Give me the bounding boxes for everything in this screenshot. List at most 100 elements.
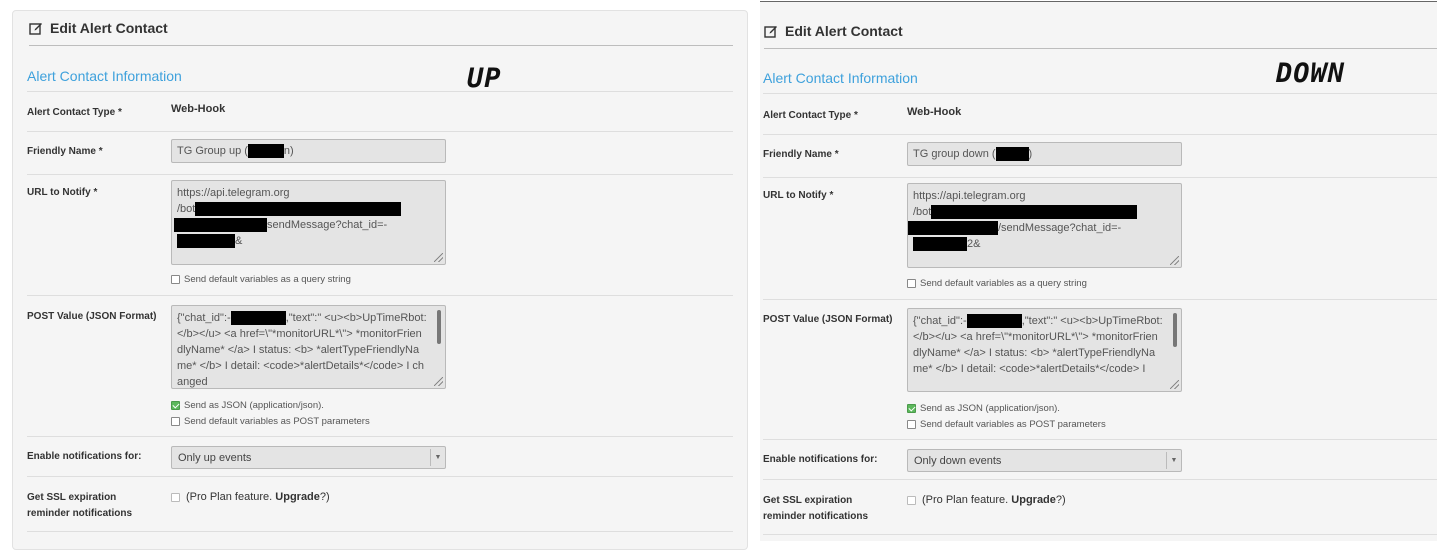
notifications-select-value: Only down events bbox=[914, 455, 1002, 467]
query-string-label: Send default variables as a query string bbox=[184, 274, 351, 285]
url-suffix: & bbox=[235, 235, 243, 247]
url-to-notify-textarea[interactable]: https://api.telegram.org /bot sendMessag… bbox=[171, 180, 446, 265]
resize-handle[interactable] bbox=[1170, 256, 1179, 265]
divider bbox=[27, 531, 733, 532]
post-value-textarea[interactable]: {"chat_id":- ,"text":" <u><b>UpTimeRbot:<… bbox=[907, 308, 1182, 392]
ssl-text-suffix: ?) bbox=[1055, 494, 1066, 506]
url-line: /bot bbox=[913, 204, 1176, 220]
friendly-name-label: Friendly Name * bbox=[27, 146, 103, 157]
ssl-reminder-option: (Pro Plan feature. Upgrade?) bbox=[171, 491, 330, 503]
edit-icon bbox=[29, 23, 42, 35]
resize-handle[interactable] bbox=[1170, 380, 1179, 389]
url-send-message: /sendMessage?chat_id=- bbox=[998, 222, 1122, 234]
divider bbox=[763, 439, 1437, 440]
alert-contact-panel-up: Edit Alert Contact Alert Contact Informa… bbox=[12, 10, 748, 550]
friendly-name-suffix: ) bbox=[1028, 147, 1033, 160]
divider bbox=[27, 91, 733, 92]
panel-title: Edit Alert Contact bbox=[764, 23, 1437, 49]
url-line: & bbox=[177, 233, 440, 249]
section-heading: Alert Contact Information bbox=[763, 70, 918, 86]
send-as-json-option[interactable]: Send as JSON (application/json). bbox=[171, 400, 324, 411]
url-to-notify-textarea[interactable]: https://api.telegram.org /bot /sendMessa… bbox=[907, 183, 1182, 268]
post-params-checkbox[interactable] bbox=[907, 420, 916, 429]
url-send-message: sendMessage?chat_id=- bbox=[267, 219, 388, 231]
send-as-json-option[interactable]: Send as JSON (application/json). bbox=[907, 403, 1060, 414]
panel-title: Edit Alert Contact bbox=[29, 20, 733, 46]
divider bbox=[763, 299, 1437, 300]
friendly-name-input[interactable]: TG group down () bbox=[907, 142, 1182, 166]
url-bot-prefix: /bot bbox=[177, 203, 196, 215]
divider bbox=[27, 131, 733, 132]
post-params-option[interactable]: Send default variables as POST parameter… bbox=[171, 416, 370, 427]
textarea-scrollbar[interactable] bbox=[1173, 313, 1177, 347]
post-value-textarea[interactable]: {"chat_id":- ,"text":" <u><b>UpTimeRbot:<… bbox=[171, 305, 446, 389]
resize-handle[interactable] bbox=[434, 253, 443, 262]
post-prefix: {"chat_id":- bbox=[913, 315, 967, 327]
handwritten-annotation: UP bbox=[467, 63, 502, 94]
url-bot-prefix: /bot bbox=[913, 206, 932, 218]
notifications-select[interactable]: Only up events ▼ bbox=[171, 446, 446, 469]
divider bbox=[763, 177, 1437, 178]
redaction-block bbox=[931, 205, 1138, 220]
ssl-label-line: Get SSL expiration bbox=[27, 492, 117, 503]
ssl-reminder-checkbox[interactable] bbox=[907, 495, 916, 505]
divider bbox=[27, 295, 733, 296]
redaction-block bbox=[908, 221, 998, 236]
upgrade-link[interactable]: Upgrade bbox=[275, 491, 320, 503]
post-value-label: POST Value (JSON Format) bbox=[27, 311, 157, 322]
divider bbox=[763, 93, 1437, 94]
ssl-label-line: reminder notifications bbox=[763, 511, 869, 522]
ssl-label-line: reminder notifications bbox=[27, 508, 133, 519]
url-line: https://api.telegram.org bbox=[177, 187, 290, 199]
post-params-label: Send default variables as POST parameter… bbox=[184, 416, 370, 427]
query-string-checkbox[interactable] bbox=[907, 279, 916, 288]
query-string-option[interactable]: Send default variables as a query string bbox=[907, 278, 1087, 289]
divider bbox=[763, 479, 1437, 480]
send-as-json-label: Send as JSON (application/json). bbox=[184, 400, 324, 411]
query-string-label: Send default variables as a query string bbox=[920, 278, 1087, 289]
chevron-down-icon[interactable]: ▼ bbox=[430, 449, 445, 466]
ssl-text: (Pro Plan feature. Upgrade?) bbox=[186, 491, 330, 503]
url-to-notify-label: URL to Notify * bbox=[763, 190, 834, 201]
url-line: https://api.telegram.org bbox=[913, 190, 1026, 202]
url-line: /bot bbox=[177, 201, 440, 217]
redaction-block bbox=[247, 144, 284, 158]
textarea-scrollbar[interactable] bbox=[437, 310, 441, 344]
post-params-checkbox[interactable] bbox=[171, 417, 180, 426]
query-string-checkbox[interactable] bbox=[171, 275, 180, 284]
panel-title-text: Edit Alert Contact bbox=[50, 20, 168, 36]
query-string-option[interactable]: Send default variables as a query string bbox=[171, 274, 351, 285]
post-value-label: POST Value (JSON Format) bbox=[763, 314, 893, 325]
notifications-select-value: Only up events bbox=[178, 452, 252, 464]
friendly-name-input[interactable]: TG Group up ( n) bbox=[171, 139, 446, 163]
url-line: /sendMessage?chat_id=- bbox=[908, 220, 1176, 236]
ssl-text-prefix: (Pro Plan feature. bbox=[186, 491, 276, 503]
post-prefix: {"chat_id":- bbox=[177, 312, 231, 324]
chevron-down-icon[interactable]: ▼ bbox=[1166, 452, 1181, 469]
redaction-block bbox=[177, 234, 235, 249]
send-as-json-checkbox[interactable] bbox=[907, 404, 916, 413]
send-as-json-checkbox[interactable] bbox=[171, 401, 180, 410]
redaction-block bbox=[174, 218, 267, 233]
panel-title-text: Edit Alert Contact bbox=[785, 23, 903, 39]
send-as-json-label: Send as JSON (application/json). bbox=[920, 403, 1060, 414]
url-suffix: 2& bbox=[967, 238, 981, 250]
post-params-option[interactable]: Send default variables as POST parameter… bbox=[907, 419, 1106, 430]
upgrade-link[interactable]: Upgrade bbox=[1011, 494, 1056, 506]
resize-handle[interactable] bbox=[434, 377, 443, 386]
url-line: 2& bbox=[913, 236, 1176, 252]
ssl-reminder-checkbox[interactable] bbox=[171, 492, 180, 502]
alert-contact-type-label: Alert Contact Type * bbox=[763, 110, 858, 121]
section-heading: Alert Contact Information bbox=[27, 68, 182, 84]
friendly-name-suffix: n) bbox=[283, 144, 294, 157]
notifications-select[interactable]: Only down events ▼ bbox=[907, 449, 1182, 472]
ssl-text-suffix: ?) bbox=[319, 491, 330, 503]
url-to-notify-label: URL to Notify * bbox=[27, 187, 98, 198]
handwritten-annotation: DOWN bbox=[1276, 58, 1346, 89]
alert-contact-type-value: Web-Hook bbox=[907, 106, 962, 118]
ssl-reminder-label: Get SSL expiration reminder notification… bbox=[763, 493, 868, 525]
ssl-reminder-label: Get SSL expiration reminder notification… bbox=[27, 490, 132, 522]
divider bbox=[27, 174, 733, 175]
redaction-block bbox=[195, 202, 402, 217]
friendly-name-prefix: TG Group up ( bbox=[177, 144, 248, 157]
